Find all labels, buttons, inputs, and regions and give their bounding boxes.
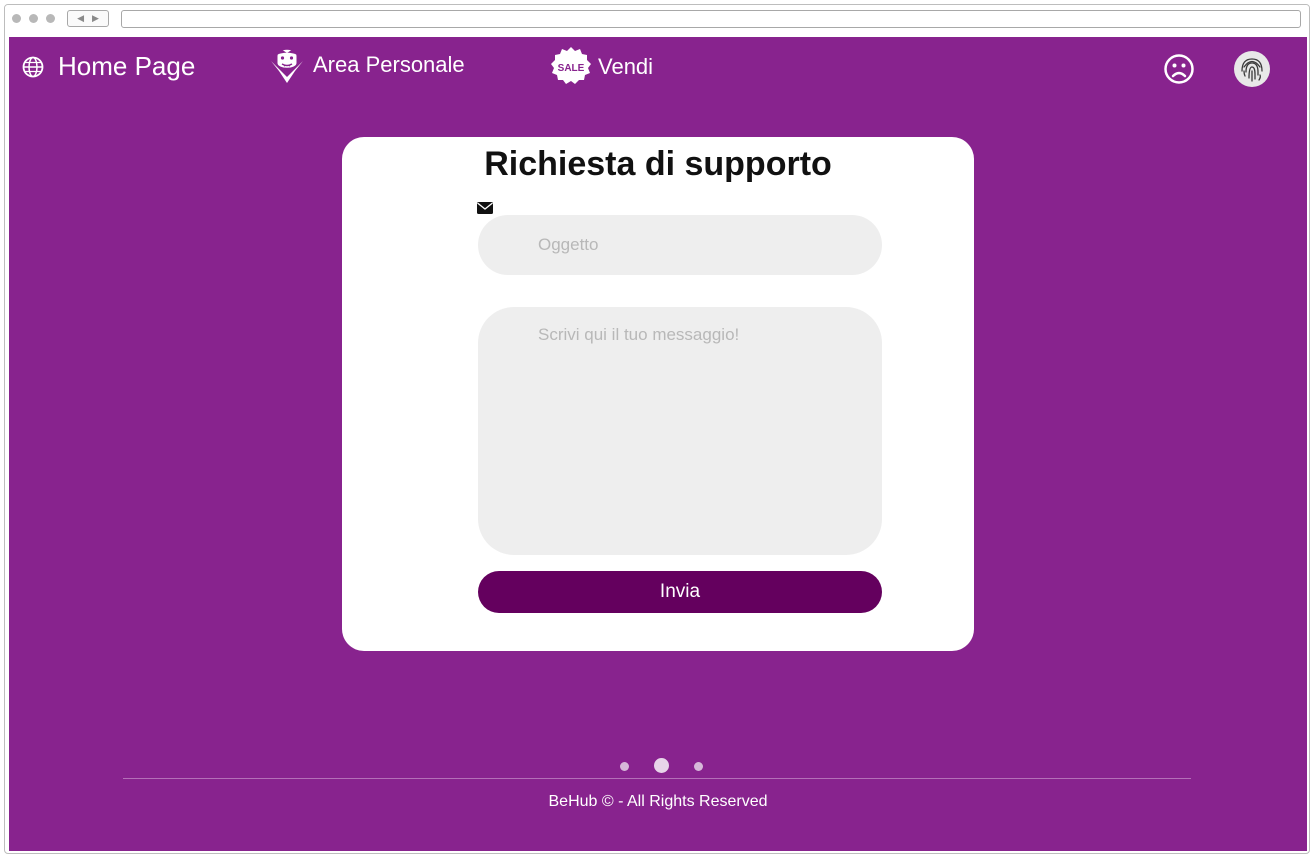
message-textarea[interactable] xyxy=(478,307,882,555)
nav-home-label: Home Page xyxy=(58,51,196,81)
send-button[interactable]: Invia xyxy=(478,571,882,613)
window-dot-icon[interactable] xyxy=(46,14,55,23)
window-dot-icon[interactable] xyxy=(29,14,38,23)
window-dot-icon[interactable] xyxy=(12,14,21,23)
back-arrow-icon[interactable]: ◀ xyxy=(77,14,84,23)
address-bar[interactable] xyxy=(121,10,1301,28)
page-title: Richiesta di supporto xyxy=(484,145,832,183)
nav-vendi-label: Vendi xyxy=(598,54,654,79)
svg-text:SALE: SALE xyxy=(558,63,585,74)
footer-copyright: BeHub © - All Rights Reserved xyxy=(548,793,768,810)
nav-area-personale-label: Area Personale xyxy=(313,52,465,77)
envelope-icon xyxy=(477,201,493,219)
subject-input[interactable] xyxy=(478,215,882,275)
globe-icon xyxy=(22,56,44,78)
carousel-dot[interactable] xyxy=(620,762,629,771)
support-form-card: Richiesta di supporto Invia xyxy=(342,137,974,651)
nav-area-personale[interactable]: Area Personale xyxy=(267,43,465,87)
vampire-icon xyxy=(267,43,307,87)
carousel-dot[interactable] xyxy=(694,762,703,771)
support-page: Home Page Area Personale SALE Vendi Rich… xyxy=(9,37,1307,851)
forward-arrow-icon[interactable]: ▶ xyxy=(92,14,99,23)
nav-vendi[interactable]: SALE Vendi xyxy=(550,46,653,88)
carousel-dot-active[interactable] xyxy=(654,758,669,773)
sale-badge-icon: SALE xyxy=(550,46,592,88)
footer-divider xyxy=(123,778,1191,779)
browser-window: ◀ ▶ Home Page Area Personale SALE Vendi … xyxy=(4,4,1310,854)
browser-toolbar: ◀ ▶ xyxy=(5,5,1309,35)
nav-home[interactable]: Home Page xyxy=(22,51,195,82)
fingerprint-icon[interactable] xyxy=(1233,50,1271,93)
sad-face-icon[interactable] xyxy=(1163,53,1195,90)
browser-nav-buttons: ◀ ▶ xyxy=(67,10,109,27)
